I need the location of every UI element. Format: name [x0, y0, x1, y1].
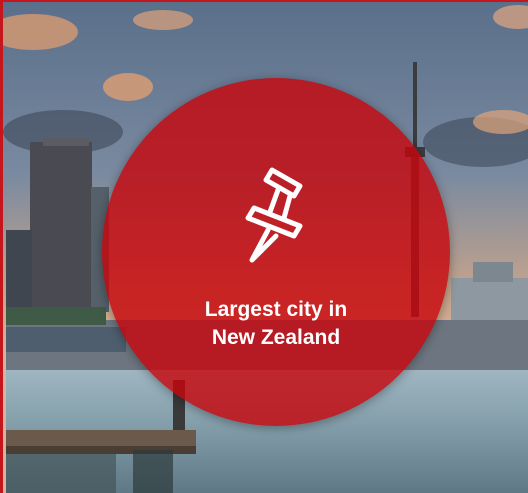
caption-line-1: Largest city in: [204, 298, 348, 321]
caption-line-2: New Zealand: [211, 326, 341, 349]
feature-badge: Largest city in New Zealand: [102, 78, 450, 426]
feature-tile: Largest city in New Zealand: [0, 0, 528, 493]
pushpin-icon: [245, 167, 303, 263]
badge-caption: Largest city in New Zealand: [161, 296, 391, 352]
